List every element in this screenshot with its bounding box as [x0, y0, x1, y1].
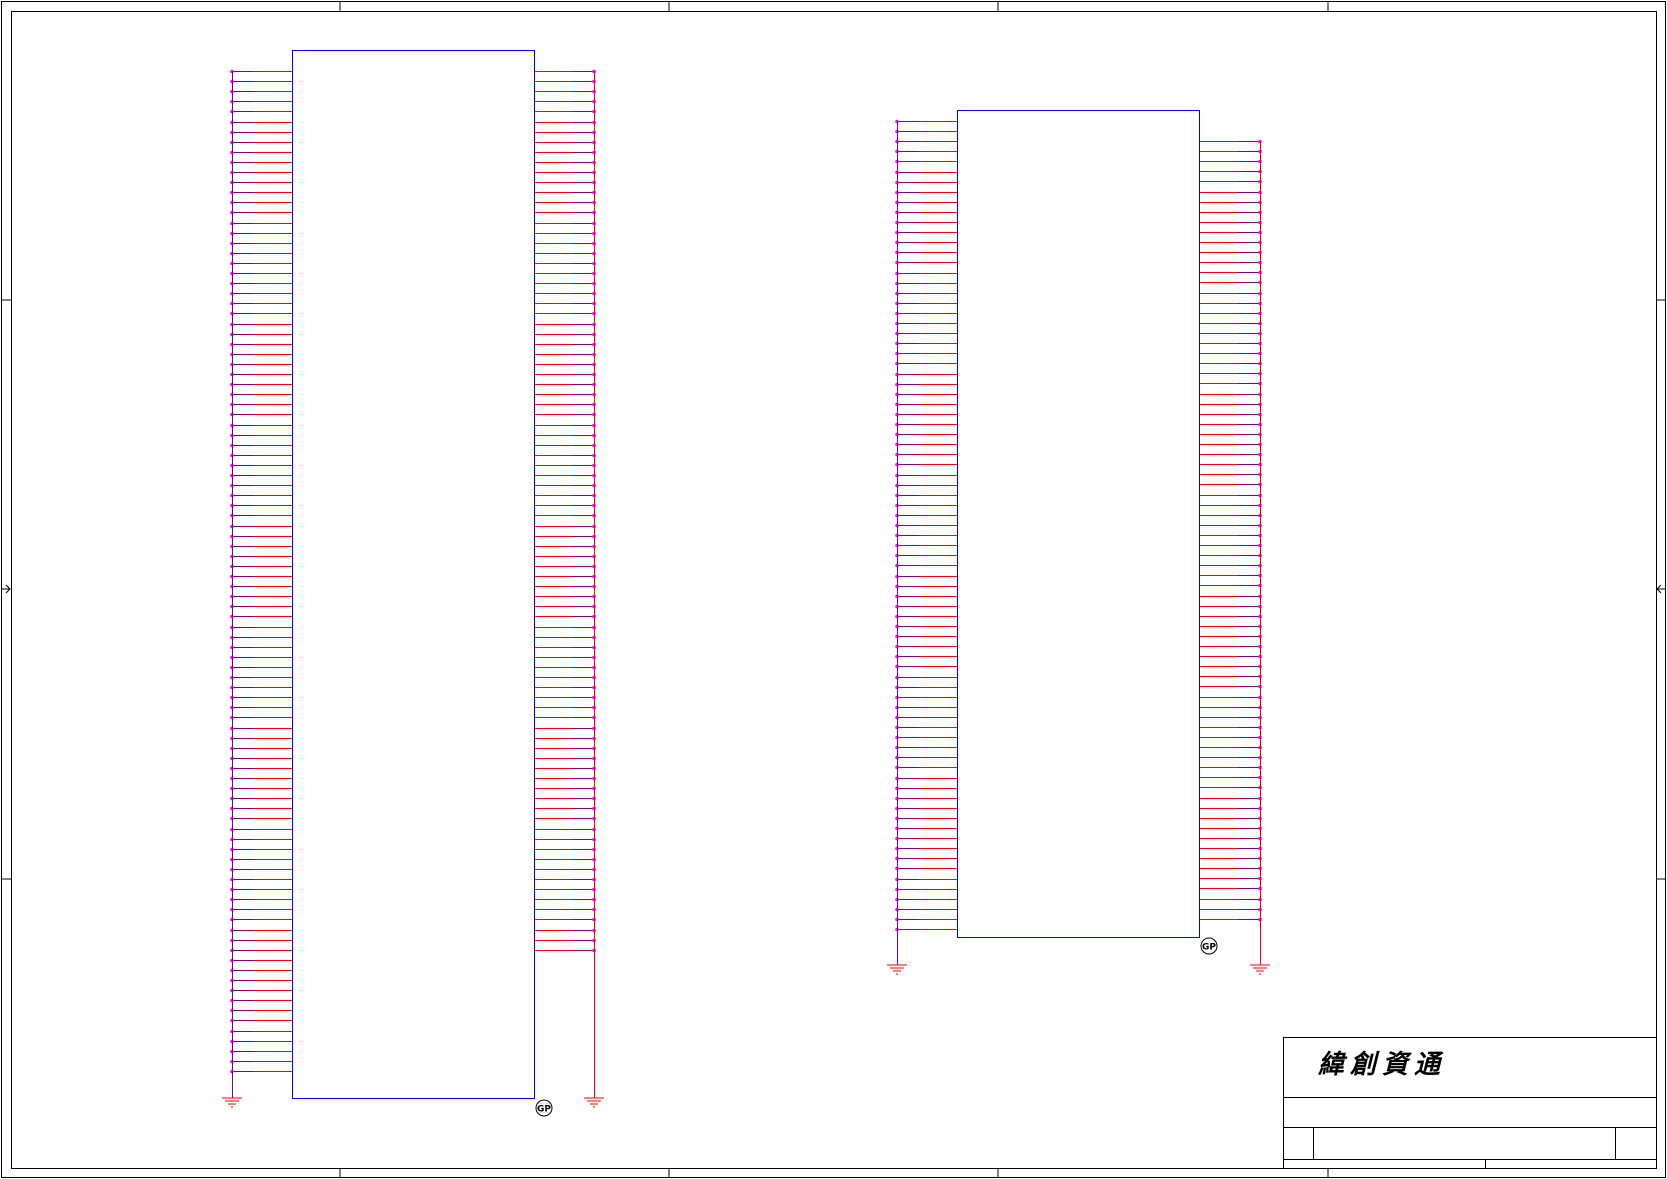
- component-body: [957, 110, 1200, 938]
- inner-border: [11, 11, 1657, 1169]
- outer-border: [1, 1, 1666, 1178]
- gp-marker: GP: [535, 1099, 553, 1117]
- component-body: [292, 50, 535, 1099]
- center-arrow-right-icon: [1656, 584, 1666, 594]
- gp-label: GP: [537, 1105, 551, 1115]
- ground-icon: [584, 1097, 604, 1108]
- ground-icon: [887, 964, 907, 975]
- center-arrow-left-icon: [1, 584, 11, 594]
- sheet-border: [1, 1, 1666, 1178]
- component-connector-1: GP: [222, 50, 604, 1117]
- component-connector-2: GP: [887, 110, 1270, 975]
- gp-label: GP: [1202, 943, 1216, 953]
- gp-marker: GP: [1200, 937, 1218, 955]
- ground-icon: [1250, 964, 1270, 975]
- ground-icon: [222, 1097, 242, 1108]
- schematic-sheet: GP GP 緯創資通: [1, 1, 1666, 1178]
- components-layer: GP GP: [222, 50, 1270, 1117]
- company-name: 緯創資通: [1317, 1050, 1446, 1080]
